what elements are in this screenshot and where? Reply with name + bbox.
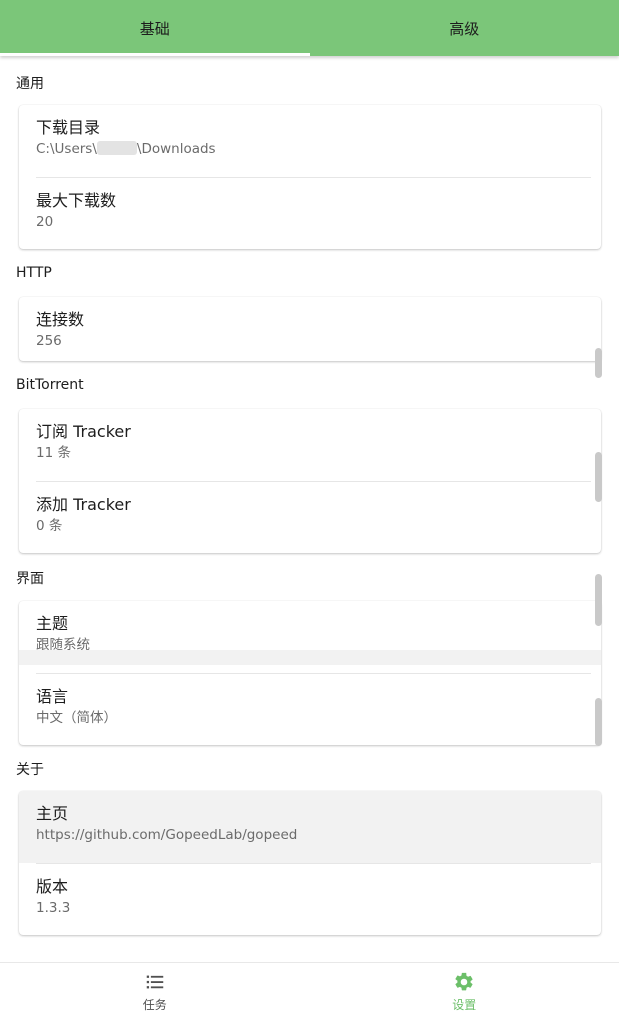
scrollbar-thumb[interactable]	[595, 452, 602, 502]
setting-add-tracker[interactable]: 添加 Tracker 0 条	[19, 482, 601, 553]
setting-value: https://github.com/GopeedLab/gopeed	[36, 827, 298, 843]
setting-max-downloads[interactable]: 最大下载数 20	[19, 178, 601, 249]
setting-value: 256	[36, 333, 62, 349]
settings-screen: 基础 高级 通用 下载目录 C:\Users\ \Downloads 最大下载数 …	[0, 0, 619, 1020]
setting-title: 主页	[36, 804, 69, 823]
tab-advanced[interactable]: 高级	[310, 0, 619, 56]
section-title-ui: 界面	[16, 571, 44, 587]
setting-value: 11 条	[36, 445, 71, 461]
section-title-bittorrent: BitTorrent	[16, 377, 84, 393]
setting-title: 版本	[36, 877, 69, 896]
setting-subscribe-tracker[interactable]: 订阅 Tracker 11 条	[19, 409, 601, 481]
top-tab-bar: 基础 高级	[0, 0, 619, 56]
setting-homepage[interactable]: 主页 https://github.com/GopeedLab/gopeed	[19, 791, 601, 863]
section-title-general: 通用	[16, 76, 44, 92]
nav-settings[interactable]: 设置	[310, 963, 619, 1020]
section-title-http: HTTP	[16, 265, 52, 281]
tab-basic-label: 基础	[139, 19, 170, 38]
setting-title: 连接数	[36, 310, 85, 329]
setting-title: 添加 Tracker	[36, 495, 131, 514]
setting-title: 下载目录	[36, 118, 101, 137]
setting-version[interactable]: 版本 1.3.3	[19, 864, 601, 935]
list-icon	[146, 975, 163, 989]
setting-value: 1.3.3	[36, 900, 71, 916]
setting-title: 主题	[36, 614, 69, 633]
setting-connections[interactable]: 连接数 256	[19, 297, 601, 361]
card-bittorrent: 订阅 Tracker 11 条 添加 Tracker 0 条	[19, 409, 601, 553]
scrollbar-thumb[interactable]	[595, 698, 602, 746]
setting-title: 语言	[36, 687, 69, 706]
hover-overlay	[19, 650, 601, 665]
card-general: 下载目录 C:\Users\ \Downloads 最大下载数 20	[19, 105, 601, 249]
tab-indicator	[0, 53, 310, 56]
scrollbar-thumb[interactable]	[595, 348, 602, 378]
nav-tasks-label: 任务	[142, 998, 167, 1012]
card-http: 连接数 256	[19, 297, 601, 361]
tab-basic[interactable]: 基础	[0, 0, 310, 56]
setting-title: 订阅 Tracker	[36, 422, 131, 441]
settings-list[interactable]: 通用 下载目录 C:\Users\ \Downloads 最大下载数 20 HTT…	[0, 56, 619, 962]
section-title-about: 关于	[16, 762, 44, 778]
setting-title: 最大下载数	[36, 191, 117, 210]
tab-advanced-label: 高级	[449, 19, 480, 38]
setting-theme[interactable]: 主题 跟随系统	[19, 601, 601, 673]
bottom-navigation: 任务 设置	[0, 962, 619, 1020]
setting-value: 中文（简体）	[36, 710, 117, 726]
nav-settings-label: 设置	[452, 998, 477, 1012]
redacted-username	[96, 141, 137, 155]
setting-value: 20	[36, 214, 54, 230]
setting-language[interactable]: 语言 中文（简体）	[19, 674, 601, 745]
card-ui: 主题 跟随系统 语言 中文（简体）	[19, 601, 601, 745]
gear-icon	[455, 972, 473, 991]
nav-tasks[interactable]: 任务	[0, 963, 310, 1020]
setting-value: C:\Users\ \Downloads	[36, 141, 216, 157]
setting-download-dir[interactable]: 下载目录 C:\Users\ \Downloads	[19, 105, 601, 177]
card-about: 主页 https://github.com/GopeedLab/gopeed 版…	[19, 791, 601, 935]
scrollbar-thumb[interactable]	[595, 574, 602, 626]
setting-value: 0 条	[36, 518, 63, 534]
